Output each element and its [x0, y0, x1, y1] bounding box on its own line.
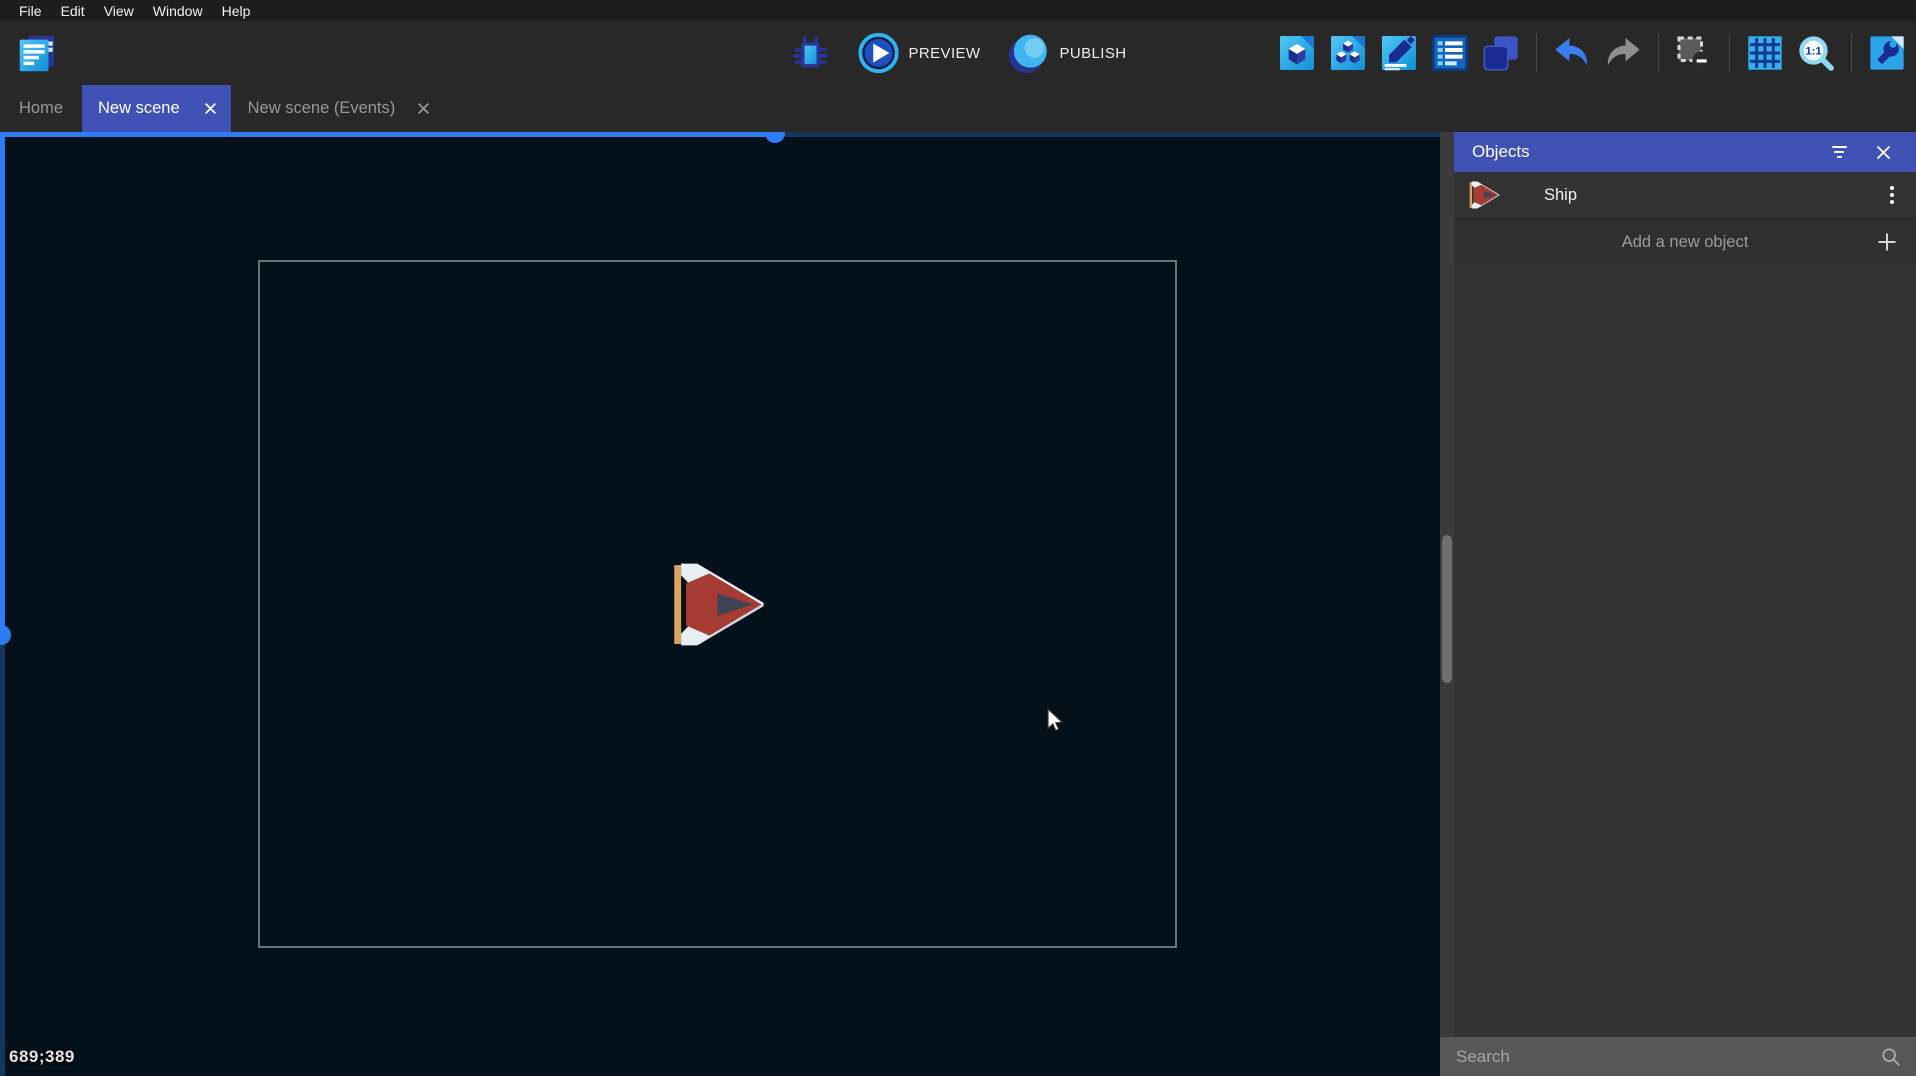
- document-cubes-icon: [1328, 33, 1368, 73]
- toolbar-separator: [1658, 34, 1659, 72]
- tab-home-label: Home: [19, 99, 63, 118]
- bug-icon: [791, 33, 831, 73]
- add-object-label: Add a new object: [1622, 233, 1749, 252]
- globe-icon: [1006, 31, 1050, 75]
- scrollbar-filled-segment: [0, 132, 776, 137]
- scrollbar-handle[interactable]: [0, 625, 11, 645]
- tab-new-scene-label: New scene: [98, 99, 180, 118]
- objects-editor-button[interactable]: [1276, 32, 1318, 74]
- menu-file[interactable]: File: [10, 3, 52, 19]
- tab-home[interactable]: Home: [0, 85, 82, 132]
- toolbar-separator: [1729, 34, 1730, 72]
- list-document-icon: [1430, 33, 1470, 73]
- toggle-grid-button[interactable]: [1744, 32, 1786, 74]
- play-circle-icon: [858, 32, 900, 74]
- undo-button[interactable]: [1551, 32, 1593, 74]
- toolbar-separator: [1851, 34, 1852, 72]
- preview-label: PREVIEW: [909, 45, 981, 62]
- instances-list-button[interactable]: [1429, 32, 1471, 74]
- menu-help[interactable]: Help: [213, 3, 261, 19]
- menu-view[interactable]: View: [95, 3, 144, 19]
- plus-icon[interactable]: [1876, 231, 1898, 253]
- scene-editor-canvas[interactable]: 689;389: [0, 132, 1440, 1076]
- wrench-document-icon: [1867, 33, 1907, 73]
- menu-window[interactable]: Window: [144, 3, 213, 19]
- toggle-mask-button[interactable]: [1673, 32, 1715, 74]
- objects-panel-empty-area: [1454, 265, 1916, 1037]
- scrollbar-handle[interactable]: [765, 132, 785, 143]
- menu-bar: File Edit View Window Help: [0, 0, 1916, 21]
- ship-sprite-instance[interactable]: [669, 562, 766, 647]
- filter-icon: [1832, 146, 1847, 158]
- objects-search-input[interactable]: [1456, 1047, 1880, 1067]
- tab-new-scene-events[interactable]: New scene (Events): [231, 85, 448, 132]
- tab-new-scene-events-label: New scene (Events): [248, 99, 396, 118]
- selection-mask-icon: [1674, 33, 1714, 73]
- objects-search-bar: [1440, 1037, 1916, 1076]
- undo-arrow-icon: [1552, 33, 1592, 73]
- close-panel-button[interactable]: [1870, 139, 1896, 165]
- editor-scrollbar-track[interactable]: [1440, 132, 1454, 1037]
- toolbar-separator: [1536, 34, 1537, 72]
- filter-objects-button[interactable]: [1826, 139, 1852, 165]
- menu-edit[interactable]: Edit: [52, 3, 95, 19]
- scene-settings-button[interactable]: [1866, 32, 1908, 74]
- layers-icon: [1481, 33, 1521, 73]
- redo-button[interactable]: [1602, 32, 1644, 74]
- search-icon: [1880, 1046, 1902, 1068]
- zoom-options-button[interactable]: 1:1: [1795, 32, 1837, 74]
- mouse-cursor-icon: [1046, 708, 1068, 732]
- cursor-coordinates-label: 689;389: [7, 1046, 79, 1069]
- main-toolbar: PREVIEW PUBLISH: [0, 21, 1916, 85]
- zoom-1-1-icon: 1:1: [1796, 33, 1836, 73]
- object-groups-editor-button[interactable]: [1327, 32, 1369, 74]
- debug-button[interactable]: [790, 32, 832, 74]
- publish-button[interactable]: PUBLISH: [1006, 31, 1126, 75]
- ship-thumbnail-icon: [1468, 181, 1500, 209]
- canvas-horizontal-scrollbar[interactable]: [0, 132, 1440, 137]
- object-list-item-ship[interactable]: Ship: [1454, 172, 1916, 219]
- tab-new-scene[interactable]: New scene: [82, 85, 231, 132]
- object-menu-button[interactable]: [1884, 182, 1900, 208]
- stacked-documents-icon: [14, 30, 60, 76]
- objects-panel: Objects: [1454, 132, 1916, 1037]
- pencil-document-icon: [1379, 33, 1419, 73]
- document-cube-icon: [1277, 33, 1317, 73]
- publish-label: PUBLISH: [1059, 45, 1126, 62]
- editor-tab-bar: Home New scene New scene (Events): [0, 85, 1916, 132]
- svg-text:1:1: 1:1: [1805, 46, 1821, 58]
- close-tab-icon[interactable]: [204, 102, 217, 115]
- editor-scrollbar-thumb[interactable]: [1442, 535, 1452, 683]
- scrollbar-filled-segment: [0, 132, 5, 630]
- gdevelop-window: File Edit View Window Help: [0, 0, 1916, 1076]
- close-tab-icon[interactable]: [417, 102, 430, 115]
- canvas-vertical-scrollbar[interactable]: [0, 132, 5, 1076]
- objects-panel-title: Objects: [1472, 142, 1530, 162]
- add-object-button[interactable]: Add a new object: [1454, 219, 1916, 265]
- object-name-label: Ship: [1544, 186, 1577, 205]
- grid-icon: [1745, 33, 1785, 73]
- layers-editor-button[interactable]: [1480, 32, 1522, 74]
- properties-editor-button[interactable]: [1378, 32, 1420, 74]
- redo-arrow-icon: [1603, 33, 1643, 73]
- preview-button[interactable]: PREVIEW: [858, 32, 981, 74]
- project-manager-button[interactable]: [12, 28, 62, 78]
- objects-panel-header: Objects: [1454, 132, 1916, 172]
- close-icon: [1876, 145, 1891, 160]
